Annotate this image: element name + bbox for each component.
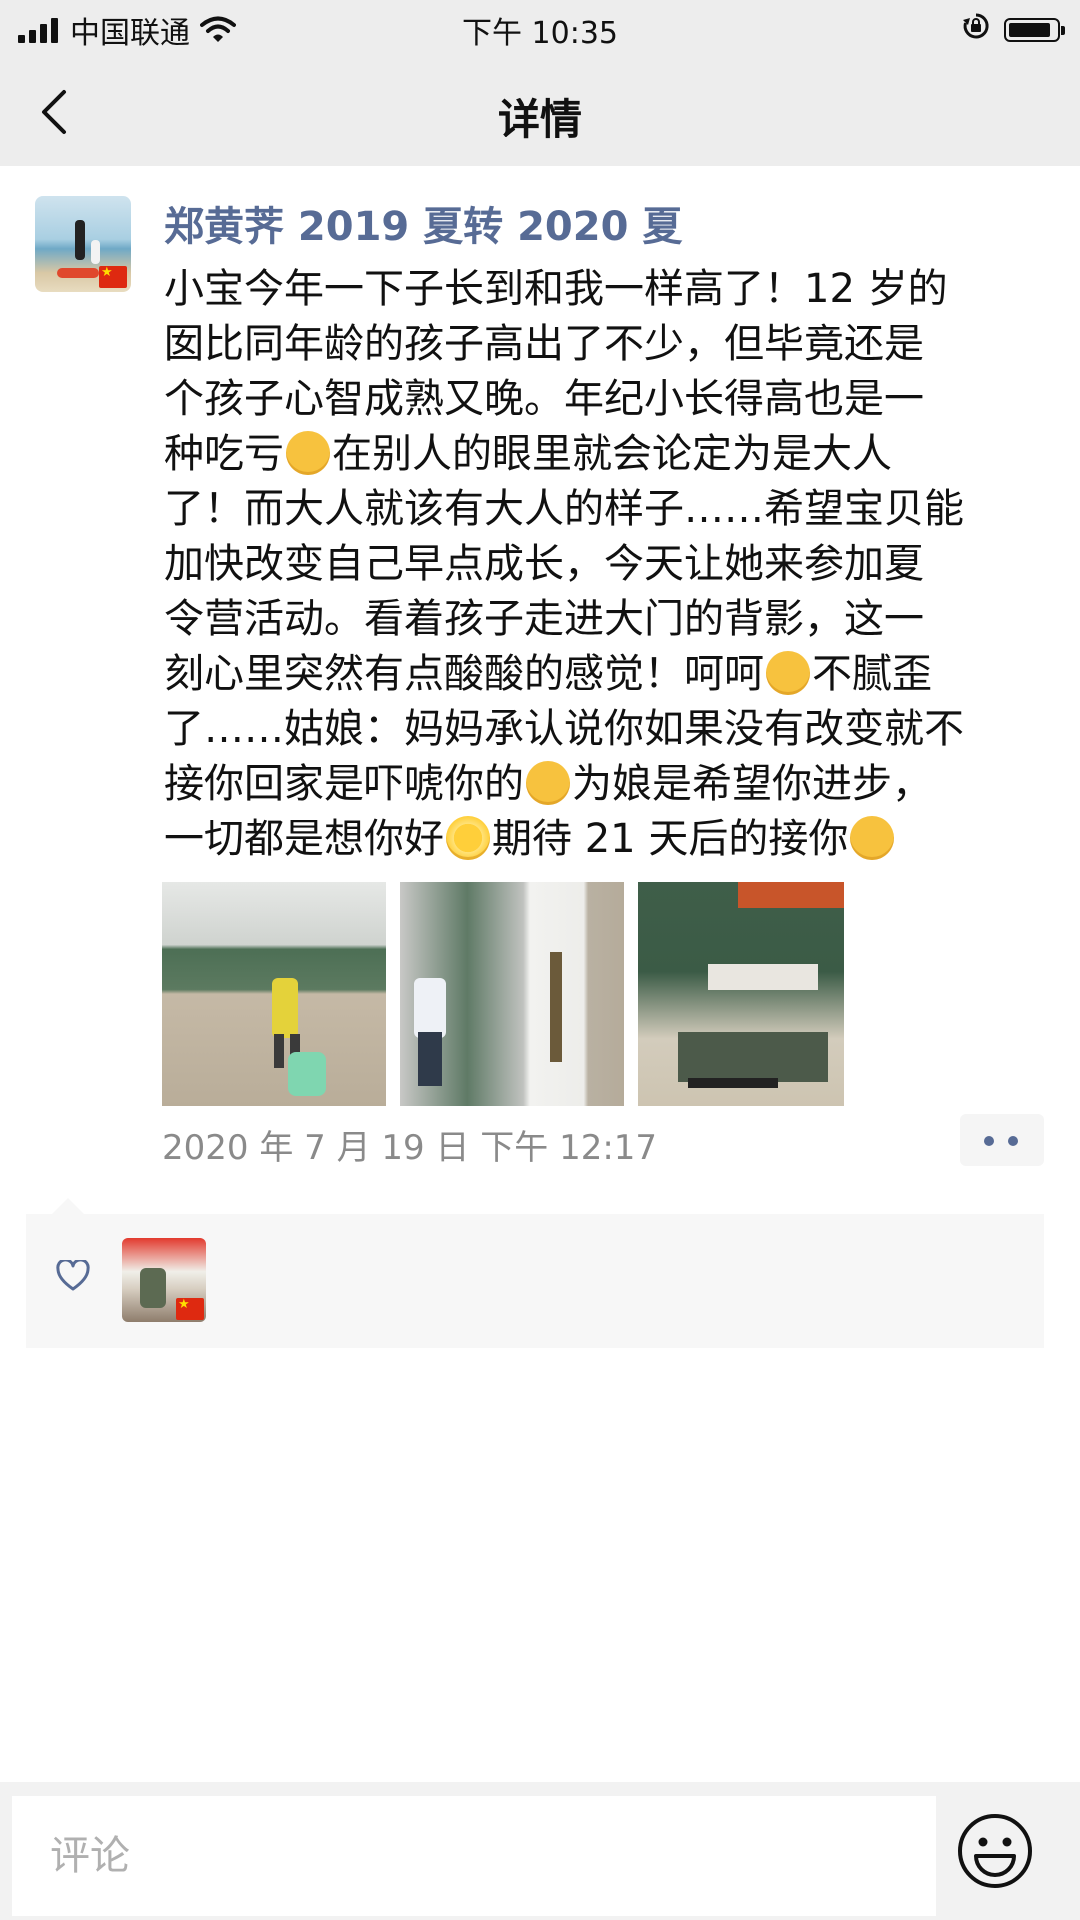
post-text: 令营活动。看着孩子走进大门的背影，这一 (164, 596, 924, 642)
more-actions-button[interactable] (960, 1114, 1044, 1166)
post-text-line: 令营活动。看着孩子走进大门的背影，这一 (164, 592, 1054, 647)
post-text-line: 加快改变自己早点成长，今天让她来参加夏 (164, 537, 1054, 592)
post-text-line: 了！而大人就该有大人的样子……希望宝贝能 (164, 482, 1054, 537)
post-text: 小宝今年一下子长到和我一样高了！12 岁的 (164, 266, 948, 312)
page-title: 详情 (497, 95, 582, 144)
liker-avatar[interactable]: ★ (122, 1238, 206, 1322)
nav-bar: 详情 (0, 56, 1080, 166)
post-text-line: 种吃亏 在别人的眼里就会论定为是大人 (164, 427, 1054, 482)
comment-bar (0, 1782, 1080, 1920)
comment-input[interactable] (12, 1796, 936, 1916)
post-text: 刻心里突然有点酸酸的感觉！呵呵 (164, 651, 764, 697)
post-text: 了……姑娘：妈妈承认说你如果没有改变就不 (164, 706, 964, 752)
moment-detail-screen: 中国联通 下午 10:35 详情 ★ 郑黄荠 2019 夏转 2020 夏 小宝… (0, 0, 1080, 1920)
status-right (962, 12, 1065, 48)
post-text: 接你回家是吓唬你的 (164, 761, 524, 807)
post-text: 为娘是希望你进步， (572, 761, 932, 807)
blush-emoji (850, 816, 895, 860)
post-text: 一切都是想你好 (164, 816, 444, 862)
post-text: 不腻歪 (812, 651, 932, 697)
post-text-line: 了……姑娘：妈妈承认说你如果没有改变就不 (164, 702, 1054, 757)
post-text: 囡比同年龄的孩子高出了不少，但毕竟还是 (164, 321, 924, 367)
post-text-line: 一切都是想你好 期待 21 天后的接你 (164, 812, 1054, 867)
post-text: 种吃亏 (164, 431, 284, 477)
rotation-lock-icon (962, 12, 990, 48)
post-text-line: 个孩子心智成熟又晚。年纪小长得高也是一 (164, 372, 1054, 427)
emoji-button[interactable] (956, 1812, 1034, 1894)
heart-icon (56, 1260, 90, 1291)
likes-panel: ★ (26, 1214, 1044, 1348)
heart-eyes-emoji (526, 761, 570, 805)
status-time: 下午 10:35 (462, 16, 618, 51)
post-text: 加快改变自己早点成长，今天让她来参加夏 (164, 541, 924, 587)
post-text: 期待 21 天后的接你 (492, 816, 849, 862)
grin-emoji (286, 431, 330, 475)
post-text-line: 刻心里突然有点酸酸的感觉！呵呵 不腻歪 (164, 647, 1054, 702)
post-text: 个孩子心智成熟又晚。年纪小长得高也是一 (164, 376, 924, 422)
dot-icon (1008, 1136, 1018, 1146)
sun-emoji (446, 816, 490, 860)
photo-thumbnail[interactable] (162, 882, 386, 1106)
likes-pointer (52, 1198, 84, 1214)
dot-icon (984, 1136, 994, 1146)
battery-icon (1004, 18, 1065, 42)
china-flag-icon: ★ (99, 266, 127, 288)
smile-emoji (766, 651, 810, 695)
china-flag-icon: ★ (176, 1298, 204, 1320)
photo-thumbnail[interactable] (638, 882, 844, 1106)
post-content: 小宝今年一下子长到和我一样高了！12 岁的 囡比同年龄的孩子高出了不少，但毕竟还是… (164, 262, 1054, 867)
post-text-line: 囡比同年龄的孩子高出了不少，但毕竟还是 (164, 317, 1054, 372)
status-bar: 中国联通 下午 10:35 (0, 0, 1080, 56)
post-text: 在别人的眼里就会论定为是大人 (332, 431, 892, 477)
photo-thumbnail[interactable] (400, 882, 624, 1106)
post-author-name[interactable]: 郑黄荠 2019 夏转 2020 夏 (164, 194, 682, 252)
post-text-line: 小宝今年一下子长到和我一样高了！12 岁的 (164, 262, 1054, 317)
post-text: 了！而大人就该有大人的样子……希望宝贝能 (164, 486, 964, 532)
smiley-icon (958, 1814, 1032, 1888)
avatar[interactable]: ★ (35, 196, 131, 292)
post-timestamp: 2020 年 7 月 19 日 下午 12:17 (162, 1128, 658, 1168)
post-text-line: 接你回家是吓唬你的 为娘是希望你进步， (164, 757, 1054, 812)
